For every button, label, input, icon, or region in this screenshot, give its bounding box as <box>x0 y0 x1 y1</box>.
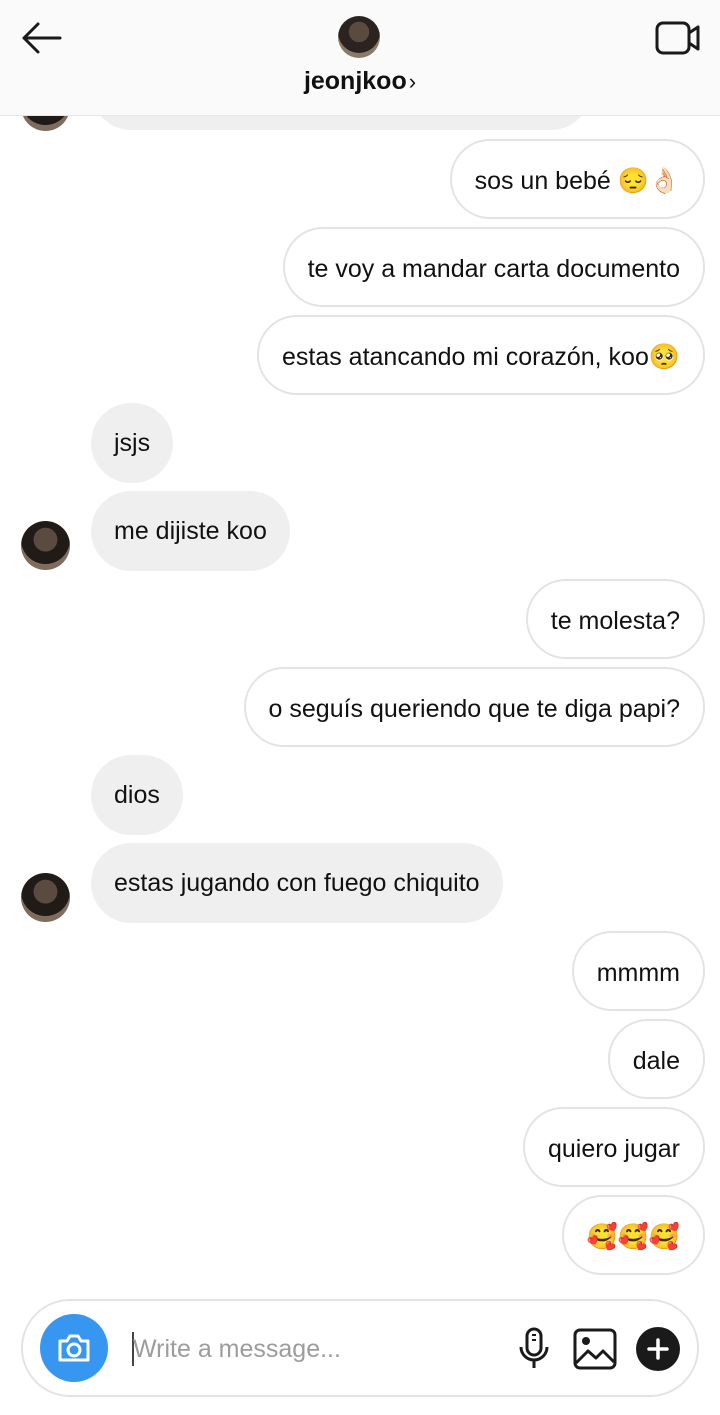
chevron-right-icon: › <box>408 69 417 94</box>
message-text: estas atancando mi corazón, koo🥺 <box>281 343 680 371</box>
message-text: sos un bebé 😔👌🏻 <box>474 167 680 195</box>
message-text: mmmm <box>596 959 680 987</box>
message-bubble-outgoing[interactable]: 🥰🥰🥰 <box>561 1195 705 1275</box>
message-bubble-outgoing[interactable]: estas atancando mi corazón, koo🥺 <box>256 315 705 395</box>
gallery-icon[interactable] <box>572 1327 618 1371</box>
contact-avatar[interactable] <box>21 521 70 570</box>
contact-name[interactable]: jeonjkoo› <box>0 66 720 97</box>
camera-icon <box>58 1334 90 1362</box>
message-bubble-outgoing[interactable]: quiero jugar <box>522 1107 705 1187</box>
microphone-icon[interactable] <box>514 1327 554 1371</box>
message-text: jsjs <box>114 429 151 457</box>
message-bubble-outgoing[interactable]: te voy a mandar carta documento <box>282 227 705 307</box>
plus-icon <box>647 1338 669 1360</box>
chat-header: jeonjkoo› <box>0 0 720 116</box>
message-thread[interactable]: sos un bebé 😔👌🏻 te voy a mandar carta do… <box>0 0 720 1290</box>
message-text: te voy a mandar carta documento <box>307 255 680 283</box>
message-bubble-incoming[interactable]: jsjs <box>91 403 174 483</box>
message-bubble-incoming[interactable]: estas jugando con fuego chiquito <box>91 843 503 923</box>
back-arrow-icon[interactable] <box>18 18 66 58</box>
message-composer <box>21 1299 699 1397</box>
message-bubble-outgoing[interactable]: sos un bebé 😔👌🏻 <box>449 139 705 219</box>
message-text: quiero jugar <box>547 1135 680 1163</box>
message-text: dios <box>114 781 160 809</box>
message-text: o seguís queriendo que te diga papi? <box>268 695 680 723</box>
message-text: te molesta? <box>550 607 680 635</box>
message-bubble-incoming[interactable]: dios <box>91 755 183 835</box>
message-bubble-outgoing[interactable]: mmmm <box>571 931 705 1011</box>
message-text: dale <box>632 1047 680 1075</box>
message-input[interactable] <box>133 1323 493 1375</box>
video-call-icon[interactable] <box>654 18 702 58</box>
plus-button[interactable] <box>636 1327 680 1371</box>
message-bubble-incoming[interactable]: me dijiste koo <box>91 491 290 571</box>
message-bubble-outgoing[interactable]: te molesta? <box>525 579 705 659</box>
message-bubble-outgoing[interactable]: o seguís queriendo que te diga papi? <box>243 667 705 747</box>
contact-avatar[interactable] <box>338 16 380 58</box>
message-bubble-outgoing[interactable]: dale <box>607 1019 705 1099</box>
contact-username: jeonjkoo <box>303 67 407 95</box>
message-text: 🥰🥰🥰 <box>586 1223 680 1251</box>
contact-avatar[interactable] <box>21 873 70 922</box>
message-text: me dijiste koo <box>114 517 267 545</box>
camera-button[interactable] <box>40 1314 108 1382</box>
message-text: estas jugando con fuego chiquito <box>114 869 480 897</box>
